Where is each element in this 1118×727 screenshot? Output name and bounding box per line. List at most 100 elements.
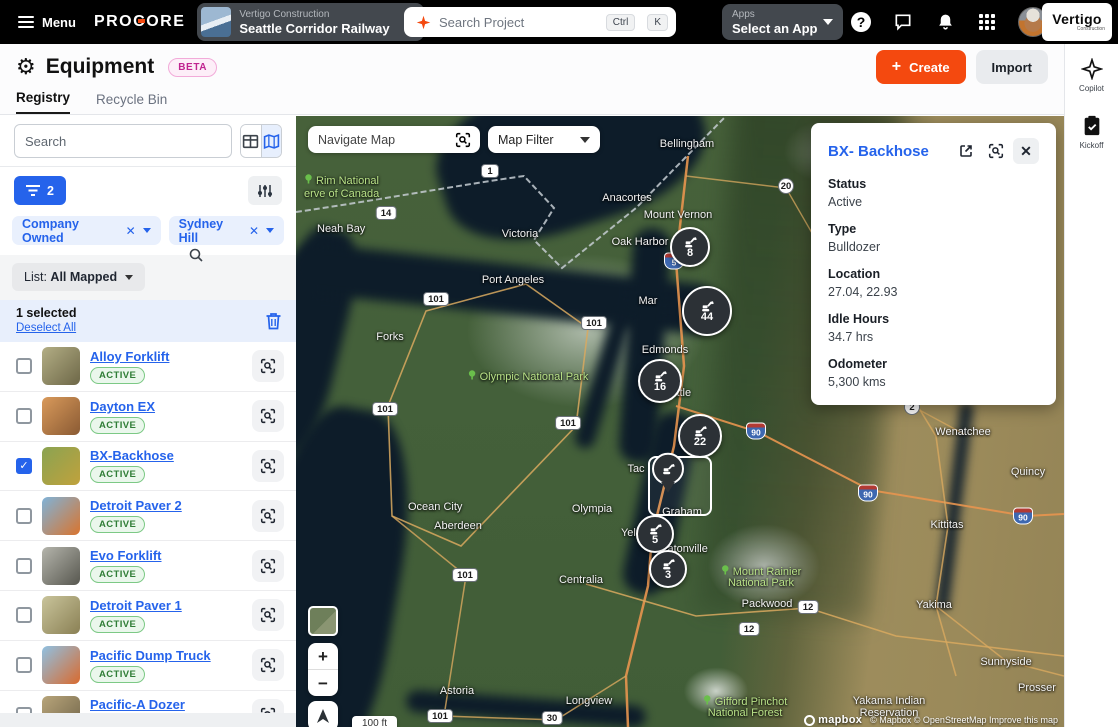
kickoff-button[interactable]: Kickoff	[1080, 115, 1104, 150]
tab-bar: Registry Recycle Bin	[0, 90, 1064, 115]
locate-icon	[259, 407, 277, 425]
item-name-link[interactable]: Pacific Dump Truck	[90, 648, 211, 663]
locate-icon[interactable]	[454, 131, 472, 149]
filters-button[interactable]: 2	[14, 176, 66, 205]
item-checkbox[interactable]	[16, 508, 32, 524]
map-view-button[interactable]	[261, 125, 281, 157]
chevron-down-icon[interactable]	[143, 228, 151, 233]
map-place-label: Edmonds	[642, 344, 688, 356]
map-place-label: Neah Bay	[317, 223, 365, 235]
locate-on-map-button[interactable]	[252, 400, 284, 432]
map-place-label: National Forest	[708, 707, 783, 719]
chat-button[interactable]	[892, 11, 914, 33]
map-scale: 100 ft	[352, 716, 397, 727]
item-name-link[interactable]: Dayton EX	[90, 399, 155, 414]
popup-field-value: Active	[828, 195, 1039, 209]
equipment-cluster-marker[interactable]: 16	[638, 359, 682, 403]
create-button[interactable]: +Create	[876, 50, 966, 84]
item-checkbox[interactable]	[16, 408, 32, 424]
map-filter-dropdown[interactable]: Map Filter	[488, 126, 600, 153]
item-name-link[interactable]: Evo Forklift	[90, 548, 162, 563]
equipment-cluster-marker[interactable]: 22	[678, 414, 722, 458]
filter-chip-company-owned[interactable]: Company Owned ✕	[12, 216, 161, 245]
locate-on-map-button[interactable]	[252, 550, 284, 582]
apps-selector[interactable]: Apps Select an App	[722, 4, 843, 40]
item-name-link[interactable]: Alloy Forklift	[90, 349, 169, 364]
popup-title[interactable]: BX- Backhose	[828, 143, 949, 160]
map-place-label: Wenatchee	[935, 426, 990, 438]
compass-button[interactable]	[308, 701, 338, 727]
remove-chip-icon[interactable]: ✕	[249, 224, 259, 238]
chevron-down-icon	[580, 137, 590, 143]
close-popup-button[interactable]: ✕	[1013, 138, 1039, 164]
delete-selected-button[interactable]	[265, 312, 282, 330]
page-title: Equipment	[46, 55, 155, 79]
app-grid-button[interactable]	[976, 11, 998, 33]
tab-recycle-bin[interactable]: Recycle Bin	[96, 92, 167, 114]
item-name-link[interactable]: BX-Backhose	[90, 448, 174, 463]
sliders-icon	[257, 183, 273, 199]
locate-on-map-button[interactable]	[252, 599, 284, 631]
locate-on-map-button[interactable]	[252, 649, 284, 681]
open-details-button[interactable]	[953, 138, 979, 164]
map-place-label: Ocean City	[408, 501, 462, 513]
project-selector[interactable]: Vertigo Construction Seattle Corridor Ra…	[197, 3, 423, 41]
mapbox-logo[interactable]: mapbox	[804, 714, 862, 726]
item-name-link[interactable]: Pacific-A Dozer	[90, 697, 185, 712]
tab-registry[interactable]: Registry	[16, 90, 70, 114]
remove-chip-icon[interactable]: ✕	[126, 224, 136, 238]
locate-on-map-button[interactable]	[252, 699, 284, 713]
tree-icon	[468, 370, 477, 380]
equipment-cluster-marker[interactable]: 8	[670, 227, 710, 267]
locate-on-map-button[interactable]	[252, 500, 284, 532]
zoom-in-button[interactable]: +	[308, 643, 338, 670]
equipment-cluster-marker[interactable]: 3	[649, 550, 687, 588]
map-place-label: Olympic National Park	[468, 370, 589, 383]
item-checkbox[interactable]	[16, 607, 32, 623]
equipment-cluster-marker[interactable]: 5	[636, 515, 674, 553]
popup-field-label: Status	[828, 177, 1039, 191]
page-header: ⚙ Equipment BETA +Create Import	[0, 44, 1064, 90]
deselect-all-link[interactable]: Deselect All	[16, 321, 76, 335]
attribution-text[interactable]: © Mapbox © OpenStreetMap Improve this ma…	[870, 715, 1058, 725]
road-shield: 90	[858, 485, 878, 502]
equipment-cluster-marker[interactable]: 44	[682, 286, 732, 336]
selected-equipment-pin[interactable]	[652, 453, 684, 493]
status-badge: ACTIVE	[90, 616, 145, 633]
adjust-columns-button[interactable]	[248, 176, 282, 205]
popup-field: Idle Hours34.7 hrs	[828, 312, 1039, 344]
search-input[interactable]	[14, 124, 232, 158]
equipment-app: Menu PROCORE Vertigo Construction Seattl…	[0, 0, 1118, 727]
copilot-button[interactable]: Copilot	[1079, 58, 1104, 93]
equipment-popup-card: BX- Backhose ✕ StatusActiveTypeBulldozer…	[811, 123, 1056, 405]
item-thumbnail	[42, 547, 80, 585]
zoom-out-button[interactable]: −	[308, 670, 338, 696]
item-checkbox[interactable]	[16, 657, 32, 673]
notifications-button[interactable]	[934, 11, 956, 33]
list-dropdown[interactable]: List: All Mapped	[12, 263, 145, 291]
locate-on-map-button[interactable]	[252, 350, 284, 382]
navigate-map-input[interactable]	[318, 133, 454, 147]
global-search[interactable]: Search Project Ctrl K	[404, 7, 676, 37]
locate-equipment-button[interactable]	[983, 138, 1009, 164]
locate-on-map-button[interactable]	[252, 450, 284, 482]
item-checkbox[interactable]	[16, 358, 32, 374]
import-button[interactable]: Import	[976, 50, 1048, 84]
item-checkbox[interactable]: ✓	[16, 458, 32, 474]
main-menu-button[interactable]: Menu	[10, 15, 76, 30]
filter-chip-sydney-hill[interactable]: Sydney Hill ✕	[169, 216, 284, 245]
map-layers-button[interactable]	[308, 606, 338, 636]
help-button[interactable]: ?	[850, 11, 872, 33]
item-checkbox[interactable]	[16, 558, 32, 574]
road-shield: 30	[542, 711, 563, 725]
item-name-link[interactable]: Detroit Paver 1	[90, 598, 182, 613]
table-view-button[interactable]	[241, 125, 261, 157]
org-logo: Vertigo Construction	[1042, 3, 1112, 41]
item-name-link[interactable]: Detroit Paver 2	[90, 498, 182, 513]
road-shield: 101	[452, 568, 478, 582]
trash-icon	[265, 312, 282, 330]
chevron-down-icon[interactable]	[266, 228, 274, 233]
tree-icon	[304, 174, 313, 184]
procore-logo[interactable]: PROCORE	[94, 13, 185, 31]
map-canvas[interactable]: BellinghamRim Nationalerve of CanadaNeah…	[296, 116, 1064, 727]
